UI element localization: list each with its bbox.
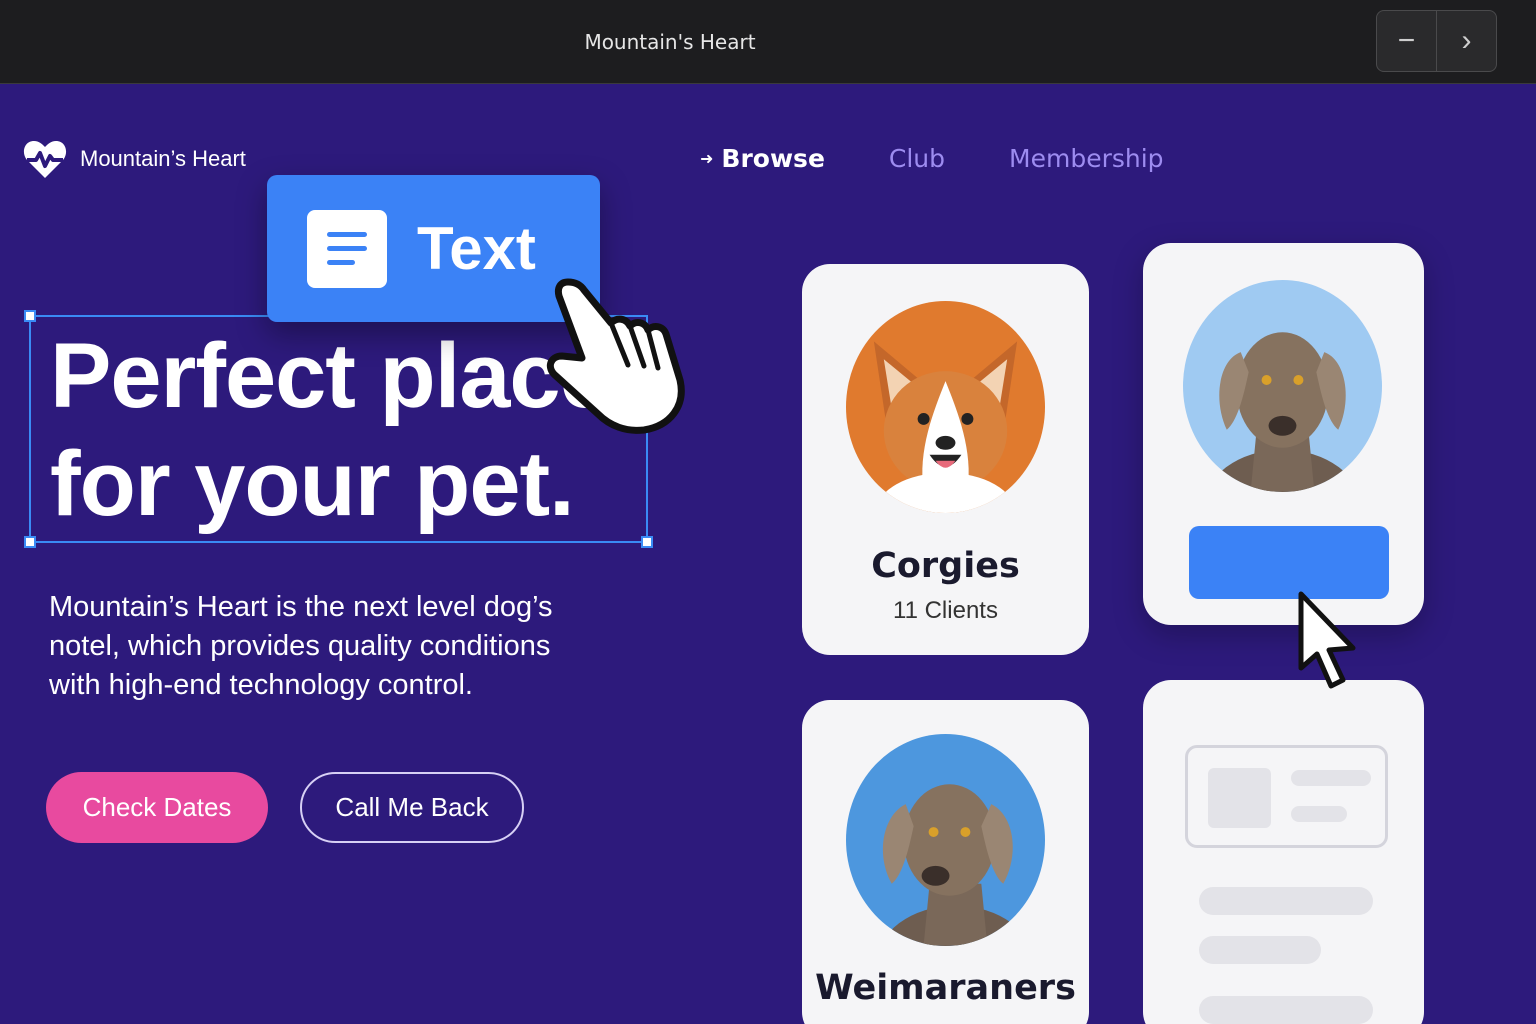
card-action-button[interactable] bbox=[1189, 526, 1389, 599]
nav-item-label: Club bbox=[888, 143, 946, 173]
card-title: Weimaraners bbox=[815, 968, 1076, 1008]
window-title: Mountain's Heart bbox=[584, 30, 756, 54]
minimize-button[interactable]: − bbox=[1377, 11, 1436, 71]
weimaraner-dog-icon bbox=[1206, 332, 1359, 492]
placeholder-line bbox=[1291, 770, 1371, 786]
text-align-icon bbox=[307, 209, 387, 288]
weimaraner-dog-icon bbox=[880, 784, 1031, 946]
weimaraner-avatar bbox=[846, 734, 1045, 946]
hero-description: Mountain’s Heart is the next level dog’s… bbox=[49, 591, 553, 701]
corgi-avatar bbox=[846, 301, 1045, 513]
resize-handle-bottom-right[interactable] bbox=[641, 536, 653, 548]
resize-handle-top-left[interactable] bbox=[24, 310, 36, 322]
placeholder-image bbox=[1208, 768, 1271, 828]
window-titlebar: Mountain's Heart − › bbox=[0, 0, 1536, 84]
nav-item-label: Membership bbox=[1009, 143, 1164, 173]
call-me-back-button[interactable]: Call Me Back bbox=[300, 772, 524, 843]
card-subtitle: 11 Clients bbox=[893, 597, 998, 624]
next-button[interactable]: › bbox=[1436, 11, 1496, 71]
brand[interactable]: Mountain’s Heart bbox=[22, 136, 246, 182]
check-dates-button[interactable]: Check Dates bbox=[46, 772, 268, 843]
placeholder-box bbox=[1185, 745, 1388, 848]
breed-card-corgies[interactable]: Corgies 11 Clients bbox=[802, 264, 1089, 655]
text-tool-label: Text bbox=[417, 215, 536, 282]
weimaraner-avatar bbox=[1183, 280, 1382, 492]
nav-item-browse[interactable]: ➜ Browse bbox=[700, 144, 825, 173]
placeholder-bar bbox=[1199, 936, 1321, 964]
breed-card-weimaraners[interactable]: Weimaraners bbox=[802, 700, 1089, 1024]
corgi-dog-icon bbox=[873, 341, 1018, 513]
main-nav: ➜ Browse Club Membership bbox=[700, 140, 1228, 176]
nav-item-club[interactable]: Club bbox=[889, 144, 945, 173]
brand-name: Mountain’s Heart bbox=[80, 146, 246, 171]
placeholder-card bbox=[1143, 680, 1424, 1024]
placeholder-bar bbox=[1199, 887, 1373, 915]
resize-handle-bottom-left[interactable] bbox=[24, 536, 36, 548]
window-controls: − › bbox=[1376, 10, 1497, 72]
card-title: Corgies bbox=[871, 546, 1020, 586]
heart-logo-icon bbox=[23, 141, 67, 178]
placeholder-bar bbox=[1199, 996, 1373, 1024]
placeholder-line bbox=[1291, 806, 1347, 822]
arrow-right-icon: ➜ bbox=[700, 148, 714, 168]
breed-card-featured[interactable] bbox=[1143, 243, 1424, 625]
nav-item-label: Browse bbox=[721, 143, 825, 173]
hand-pointer-cursor-icon bbox=[546, 278, 685, 434]
arrow-pointer-cursor-icon bbox=[1298, 591, 1356, 689]
nav-item-membership[interactable]: Membership bbox=[1009, 144, 1164, 173]
